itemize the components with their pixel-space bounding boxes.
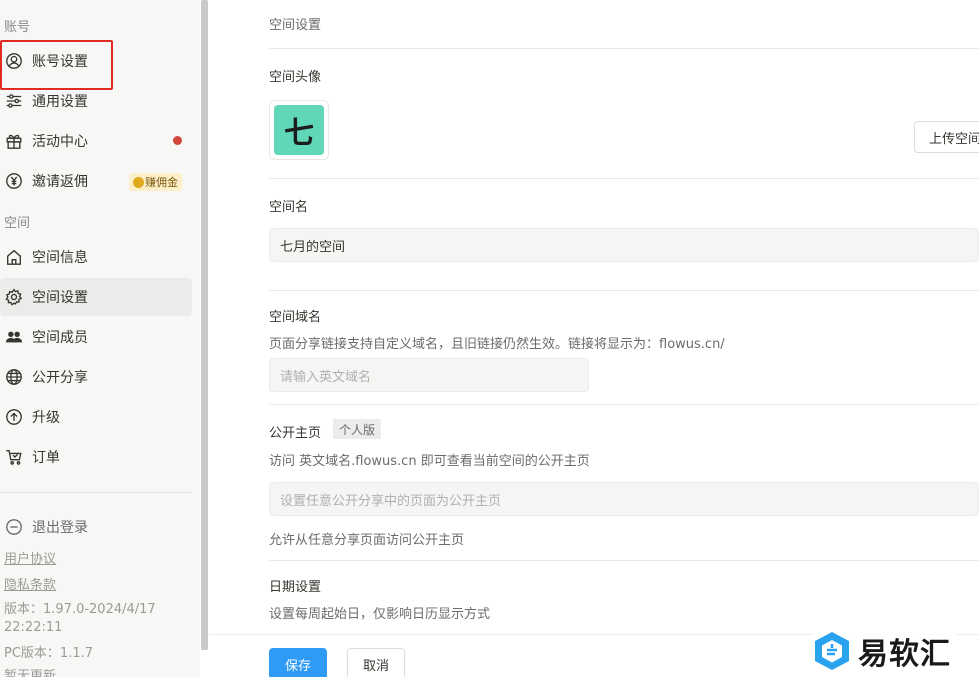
notification-dot [173, 136, 182, 145]
pc-version-text: PC版本：1.1.7 [4, 646, 93, 661]
divider [269, 178, 979, 179]
privacy-policy-link[interactable]: 隐私条款 [4, 574, 56, 593]
section-label-account: 账号 [4, 20, 31, 35]
logout-label: 退出登录 [32, 520, 88, 536]
domain-input[interactable]: 请输入英文域名 [269, 358, 589, 392]
coin-bag-icon [133, 176, 144, 188]
user-circle-icon [4, 51, 24, 71]
avatar-section-title: 空间头像 [269, 70, 322, 85]
sidebar-item-label: 空间成员 [32, 330, 88, 346]
sidebar-item-label: 公开分享 [32, 370, 88, 386]
watermark-logo-icon [815, 632, 849, 670]
personal-plan-tag: 个人版 [333, 419, 382, 439]
sidebar-item-label: 空间信息 [32, 250, 88, 266]
arrow-up-circle-icon [4, 407, 24, 427]
sidebar-divider [0, 492, 192, 493]
section-label-space: 空间 [4, 216, 31, 231]
sidebar-item-label: 订单 [32, 450, 60, 466]
cart-icon [4, 447, 24, 467]
globe-icon [4, 367, 24, 387]
sidebar-item-account-settings[interactable]: 账号设置 [0, 42, 192, 80]
sidebar-item-space-info[interactable]: 空间信息 [0, 238, 192, 276]
divider [269, 404, 979, 405]
badge-label: 赚佣金 [145, 176, 178, 189]
date-settings-title: 日期设置 [269, 580, 322, 595]
earn-commission-badge: 赚佣金 [129, 173, 182, 191]
minus-circle-icon [4, 517, 24, 537]
sidebar-item-public-share[interactable]: 公开分享 [0, 358, 192, 396]
date-settings-description: 设置每周起始日，仅影响日历显示方式 [269, 607, 491, 622]
page-title: 空间设置 [269, 18, 322, 33]
homepage-note: 允许从任意分享页面访问公开主页 [269, 533, 465, 548]
sidebar-item-label: 通用设置 [32, 94, 88, 110]
divider [269, 48, 979, 49]
sidebar-item-activity-center[interactable]: 活动中心 [0, 122, 192, 160]
sidebar-item-upgrade[interactable]: 升级 [0, 398, 192, 436]
user-agreement-link[interactable]: 用户协议 [4, 548, 56, 567]
gift-icon [4, 131, 24, 151]
sidebar-item-label: 邀请返佣 [32, 174, 88, 190]
cancel-button[interactable]: 取消 [347, 648, 405, 677]
main-panel: 空间设置 空间头像 七 上传空间头像 空间名 七月的空间 空间域名 页面分享链接… [209, 0, 979, 677]
watermark-text: 易软汇 [858, 637, 951, 672]
upload-avatar-button[interactable]: 上传空间头像 [914, 121, 979, 153]
sidebar: 账号 账号设置 通用设置 活动中心 邀请返佣 赚佣金 空间 空间信息 空间设置 … [0, 0, 200, 677]
sidebar-item-label: 账号设置 [32, 54, 88, 70]
divider [269, 560, 979, 561]
sidebar-item-invite-rebate[interactable]: 邀请返佣 赚佣金 [0, 162, 192, 200]
space-avatar-frame[interactable]: 七 [269, 100, 329, 160]
version-text: 版本：1.97.0-2024/4/17 [4, 602, 156, 617]
space-avatar: 七 [274, 105, 324, 155]
sidebar-item-label: 升级 [32, 410, 60, 426]
homepage-select[interactable]: 设置任意公开分享中的页面为公开主页 [269, 482, 979, 516]
gear-icon [4, 287, 24, 307]
public-homepage-title: 公开主页 [269, 426, 322, 441]
public-homepage-description: 访问 英文域名.flowus.cn 即可查看当前空间的公开主页 [269, 454, 590, 469]
sidebar-scrollbar-thumb[interactable] [201, 0, 208, 650]
sidebar-item-space-members[interactable]: 空间成员 [0, 318, 192, 356]
divider [269, 290, 979, 291]
sidebar-item-space-settings[interactable]: 空间设置 [0, 278, 192, 316]
save-button[interactable]: 保存 [269, 648, 327, 677]
logout-button[interactable]: 退出登录 [0, 508, 192, 546]
sliders-icon [4, 91, 24, 111]
sidebar-item-general-settings[interactable]: 通用设置 [0, 82, 192, 120]
space-name-input[interactable]: 七月的空间 [269, 228, 979, 262]
check-update-text[interactable]: 暂无更新 [4, 667, 56, 677]
sidebar-item-label: 空间设置 [32, 290, 88, 306]
watermark: 易软汇 [812, 628, 957, 674]
home-icon [4, 247, 24, 267]
version-time-text: 22:22:11 [4, 620, 63, 635]
sidebar-item-orders[interactable]: 订单 [0, 438, 192, 476]
yen-icon [4, 171, 24, 191]
sidebar-item-label: 活动中心 [32, 134, 88, 150]
users-icon [4, 327, 24, 347]
space-domain-title: 空间域名 [269, 310, 322, 325]
space-domain-description: 页面分享链接支持自定义域名，且旧链接仍然生效。链接将显示为：flowus.cn/ [269, 337, 725, 352]
space-name-title: 空间名 [269, 200, 309, 215]
